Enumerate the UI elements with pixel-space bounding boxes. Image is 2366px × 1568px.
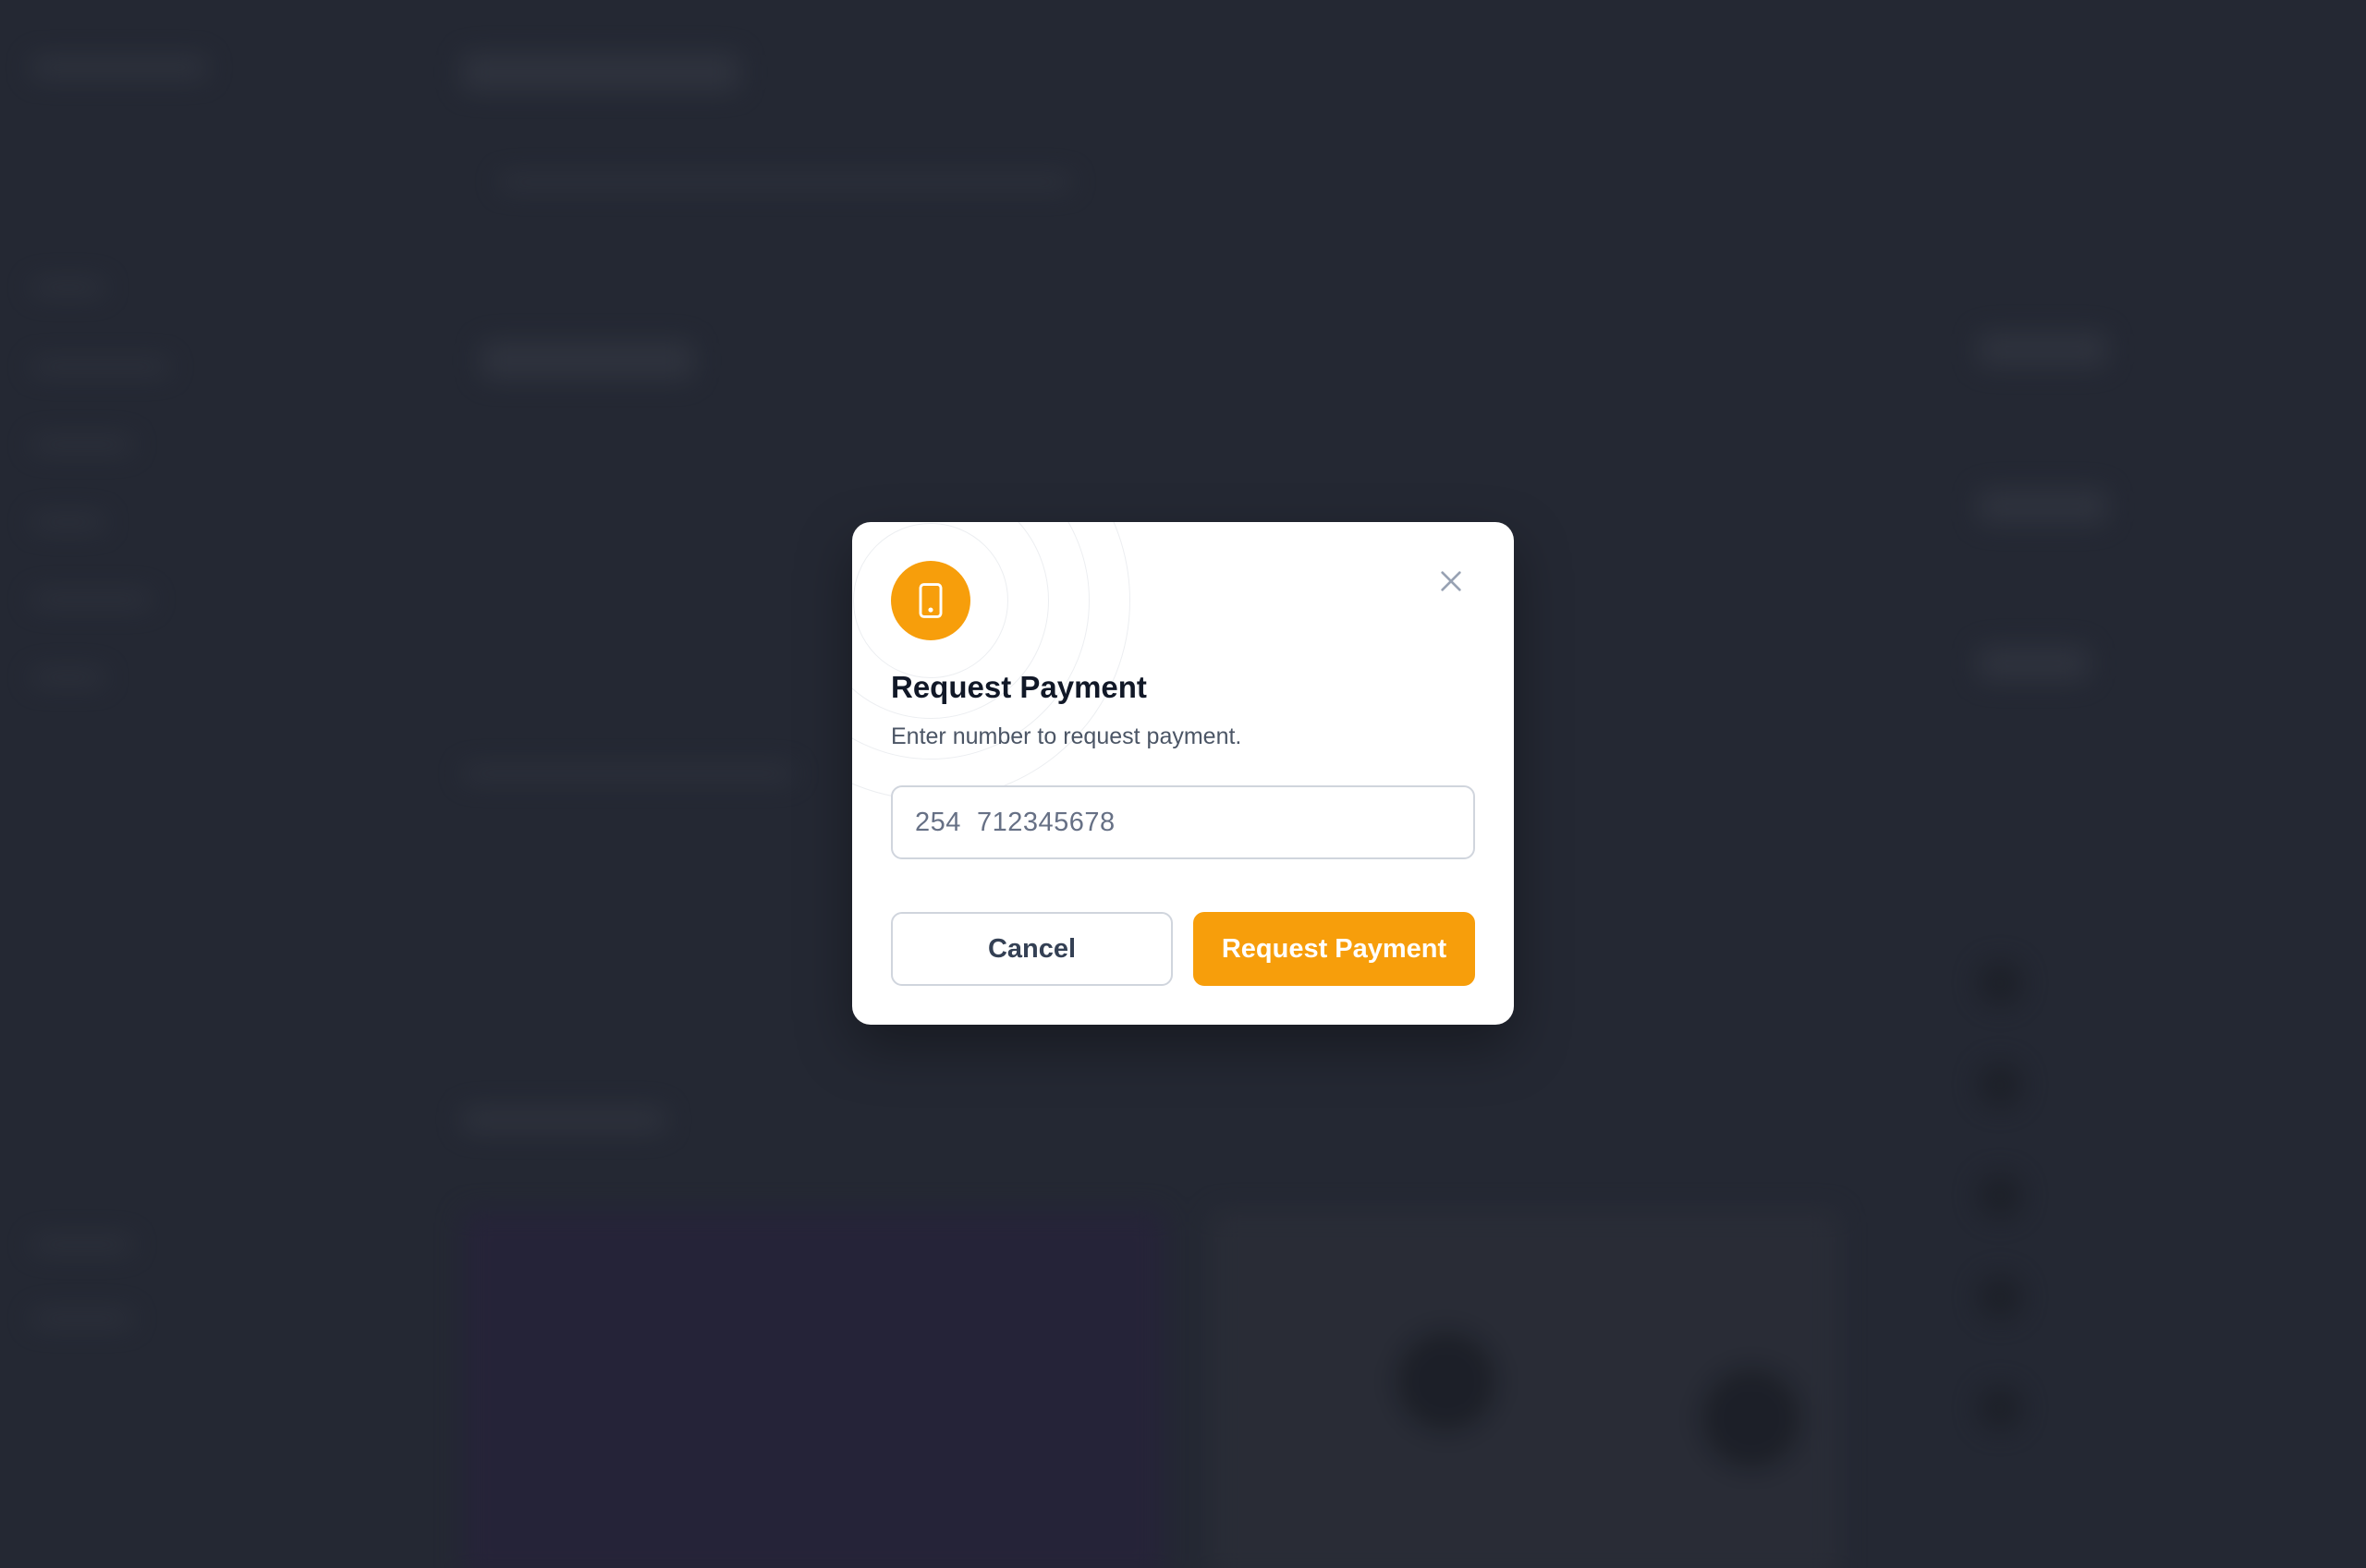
bg-heading bbox=[462, 54, 739, 91]
bg-stat-1 bbox=[1978, 333, 2107, 366]
bg-nav-1 bbox=[31, 281, 105, 294]
bg-stat-3 bbox=[1978, 647, 2089, 680]
bg-nav-4 bbox=[31, 516, 105, 529]
bg-nav-5 bbox=[31, 593, 152, 606]
phone-number-input[interactable] bbox=[891, 785, 1475, 859]
bg-nav-6 bbox=[31, 671, 105, 684]
bg-avatar-1 bbox=[1396, 1331, 1497, 1432]
bg-list-avatar-4 bbox=[1978, 1275, 2022, 1319]
tablet-icon bbox=[891, 561, 970, 640]
request-payment-dialog: Request Payment Enter number to request … bbox=[852, 522, 1514, 1025]
close-icon[interactable] bbox=[1433, 563, 1470, 600]
bg-nav-3 bbox=[31, 438, 133, 451]
bg-tabs bbox=[499, 176, 1072, 188]
bg-section-title-2 bbox=[462, 1109, 665, 1131]
bg-big-number bbox=[481, 342, 693, 379]
bg-section-title bbox=[462, 767, 795, 780]
dialog-title: Request Payment bbox=[891, 670, 1147, 704]
bg-list-avatar-3 bbox=[1978, 1173, 2022, 1218]
bg-avatar-2 bbox=[1701, 1367, 1802, 1469]
dialog-subtitle: Enter number to request payment. bbox=[891, 723, 1242, 749]
bg-list-avatar-2 bbox=[1978, 1063, 2022, 1107]
bg-nav-7 bbox=[31, 1238, 133, 1251]
bg-list-avatar-1 bbox=[1978, 961, 2022, 1005]
request-payment-button[interactable]: Request Payment bbox=[1193, 912, 1475, 986]
bg-stat-2 bbox=[1978, 490, 2107, 523]
bg-nav-2 bbox=[31, 360, 170, 373]
bg-list-avatar-5 bbox=[1978, 1386, 2022, 1430]
bg-logo bbox=[31, 57, 207, 78]
bg-nav-8 bbox=[31, 1312, 133, 1325]
cancel-button[interactable]: Cancel bbox=[891, 912, 1173, 986]
decorative-ring bbox=[852, 522, 1130, 800]
bg-card-1 bbox=[462, 1210, 1165, 1568]
